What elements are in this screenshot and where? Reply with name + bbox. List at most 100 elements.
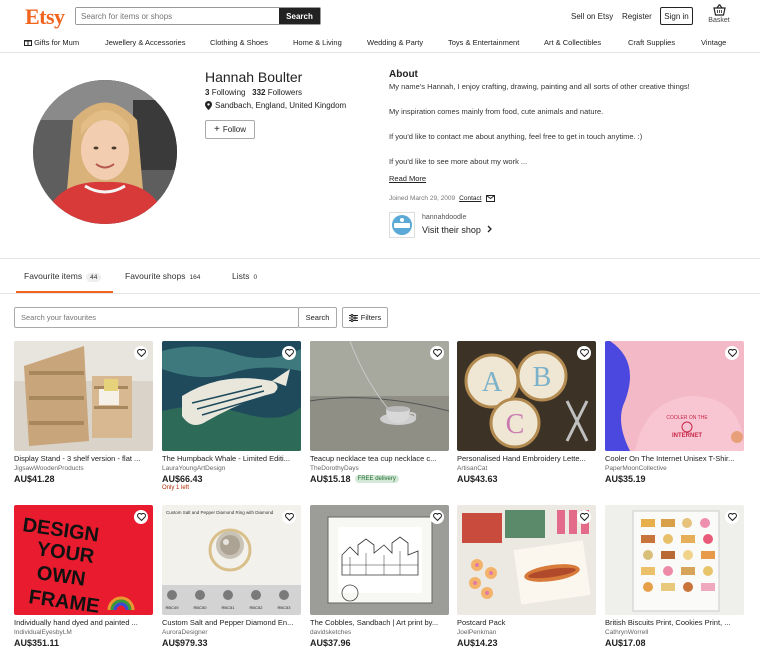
following-label[interactable]: Following (212, 88, 246, 97)
tab-favourite-items[interactable]: Favourite items 44 (24, 271, 102, 282)
heart-icon[interactable] (282, 510, 296, 524)
item-image[interactable] (14, 341, 153, 451)
favourite-item-card[interactable]: DESIGN YOUR OWN FRAME Individually hand dyed… (14, 505, 153, 648)
favourites-search-button[interactable]: Search (298, 307, 337, 328)
favourite-item-card[interactable]: Postcard Pack JoelPenkman AU$14.23 (457, 505, 596, 648)
nav-wedding[interactable]: Wedding & Party (367, 38, 423, 47)
item-title[interactable]: The Cobbles, Sandbach | Art print by... (310, 618, 449, 627)
sell-on-etsy-link[interactable]: Sell on Etsy (571, 12, 613, 21)
tab-label: Lists (232, 271, 250, 281)
item-image[interactable]: ABC (457, 341, 596, 451)
favourite-item-card[interactable]: The Humpback Whale - Limited Editi... Lau… (162, 341, 301, 491)
nav-toys[interactable]: Toys & Entertainment (448, 38, 519, 47)
heart-icon[interactable] (430, 346, 444, 360)
item-image[interactable] (162, 341, 301, 451)
nav-craft[interactable]: Craft Supplies (628, 38, 675, 47)
item-image[interactable] (457, 505, 596, 615)
chevron-right-icon (487, 225, 493, 233)
heart-icon[interactable] (725, 346, 739, 360)
item-image[interactable]: COOLER ON THE INTERNET (605, 341, 744, 451)
item-image[interactable] (310, 505, 449, 615)
item-shop[interactable]: IndividualEyesbyLM (14, 629, 153, 636)
item-title[interactable]: Personalised Hand Embroidery Lette... (457, 454, 596, 463)
item-price: AU$15.18 (310, 474, 351, 484)
ring-label: RBC53 (278, 605, 292, 610)
site-header: Etsy Search Sell on Etsy Register Sign i… (0, 0, 760, 32)
item-image[interactable]: Custom Salt and Pepper Diamond Ring with… (162, 505, 301, 615)
item-title[interactable]: Display Stand - 3 shelf version - flat .… (14, 454, 153, 463)
item-image[interactable] (310, 341, 449, 451)
item-title[interactable]: Individually hand dyed and painted ... (14, 618, 153, 627)
about-paragraph: If you'd like to see more about my work … (389, 157, 528, 166)
nav-home-living[interactable]: Home & Living (293, 38, 342, 47)
favourites-search-input[interactable] (15, 308, 298, 327)
site-search-button[interactable]: Search (279, 8, 320, 24)
item-title[interactable]: Cooler On The Internet Unisex T-Shir... (605, 454, 744, 463)
sign-in-button[interactable]: Sign in (660, 7, 693, 25)
item-price: AU$66.43 (162, 474, 203, 484)
favourite-item-card[interactable]: British Biscuits Print, Cookies Print, .… (605, 505, 744, 648)
read-more-link[interactable]: Read More (389, 174, 426, 183)
item-shop[interactable]: JoelPenkman (457, 629, 596, 636)
tab-lists[interactable]: Lists 0 (232, 271, 257, 281)
item-title[interactable]: British Biscuits Print, Cookies Print, .… (605, 618, 744, 627)
item-shop[interactable]: ArtisanCat (457, 465, 596, 472)
heart-icon[interactable] (577, 510, 591, 524)
filters-button[interactable]: Filters (342, 307, 388, 328)
ring-label: RBC50 (194, 605, 208, 610)
etsy-logo[interactable]: Etsy (25, 4, 65, 30)
item-shop[interactable]: PaperMoonCollective (605, 465, 744, 472)
register-link[interactable]: Register (622, 12, 652, 21)
nav-art[interactable]: Art & Collectibles (544, 38, 601, 47)
heart-icon[interactable] (282, 346, 296, 360)
nav-jewellery[interactable]: Jewellery & Accessories (105, 38, 185, 47)
tshirt-text-bottom: INTERNET (672, 433, 702, 439)
nav-gifts-for-mum[interactable]: Gifts for Mum (24, 38, 79, 47)
favourite-item-card[interactable]: The Cobbles, Sandbach | Art print by... d… (310, 505, 449, 648)
item-image[interactable]: DESIGN YOUR OWN FRAME (14, 505, 153, 615)
follow-button[interactable]: + Follow (205, 120, 255, 139)
tab-favourite-shops[interactable]: Favourite shops 164 (125, 271, 200, 281)
favourite-item-card[interactable]: A B C Personalised Hand Embroidery Lette...… (457, 341, 596, 484)
item-title[interactable]: Custom Salt and Pepper Diamond En... (162, 618, 301, 627)
item-shop[interactable]: LauraYoungArtDesign (162, 465, 301, 472)
item-price-row: AU$14.23 (457, 638, 596, 648)
favourite-item-card[interactable]: Teacup necklace tea cup necklace c... The… (310, 341, 449, 484)
basket-icon (712, 4, 726, 16)
item-shop[interactable]: CathrynWorrell (605, 629, 744, 636)
item-shop[interactable]: TheDorothyDays (310, 465, 449, 472)
visit-shop-link[interactable]: Visit their shop (422, 225, 493, 235)
followers-label[interactable]: Followers (268, 88, 302, 97)
item-shop[interactable]: JigsawWoodenProducts (14, 465, 153, 472)
item-title[interactable]: Teacup necklace tea cup necklace c... (310, 454, 449, 463)
embroidery-letter: A (482, 367, 503, 398)
favourites-search (14, 307, 299, 328)
heart-icon[interactable] (134, 346, 148, 360)
envelope-icon[interactable] (485, 195, 495, 202)
nav-clothing[interactable]: Clothing & Shoes (210, 38, 268, 47)
basket-label: Basket (708, 17, 730, 24)
contact-link[interactable]: Contact (459, 195, 481, 202)
joined-row: Joined March 29, 2009 Contact (389, 195, 495, 202)
heart-icon[interactable] (577, 346, 591, 360)
shop-name[interactable]: hannahdoodle (422, 214, 466, 221)
favourite-item-card[interactable]: COOLER ON THE INTERNET Cooler On The Inter… (605, 341, 744, 484)
item-shop[interactable]: davidsketches (310, 629, 449, 636)
heart-icon[interactable] (430, 510, 444, 524)
following-count[interactable]: 3 (205, 88, 209, 97)
item-title[interactable]: Postcard Pack (457, 618, 596, 627)
item-shop[interactable]: AuroraDesigner (162, 629, 301, 636)
follow-label: Follow (222, 125, 246, 134)
shop-logo[interactable] (389, 212, 415, 238)
item-title[interactable]: The Humpback Whale - Limited Editi... (162, 454, 301, 463)
profile-location: Sandbach, England, United Kingdom (205, 101, 346, 110)
favourite-item-card[interactable]: Custom Salt and Pepper Diamond Ring with… (162, 505, 301, 648)
nav-vintage[interactable]: Vintage (701, 38, 726, 47)
favourite-item-card[interactable]: Display Stand - 3 shelf version - flat .… (14, 341, 153, 484)
site-search-input[interactable] (76, 8, 279, 24)
heart-icon[interactable] (134, 510, 148, 524)
item-image[interactable] (605, 505, 744, 615)
heart-icon[interactable] (725, 510, 739, 524)
followers-count[interactable]: 332 (252, 88, 265, 97)
basket-button[interactable]: Basket (706, 4, 732, 24)
